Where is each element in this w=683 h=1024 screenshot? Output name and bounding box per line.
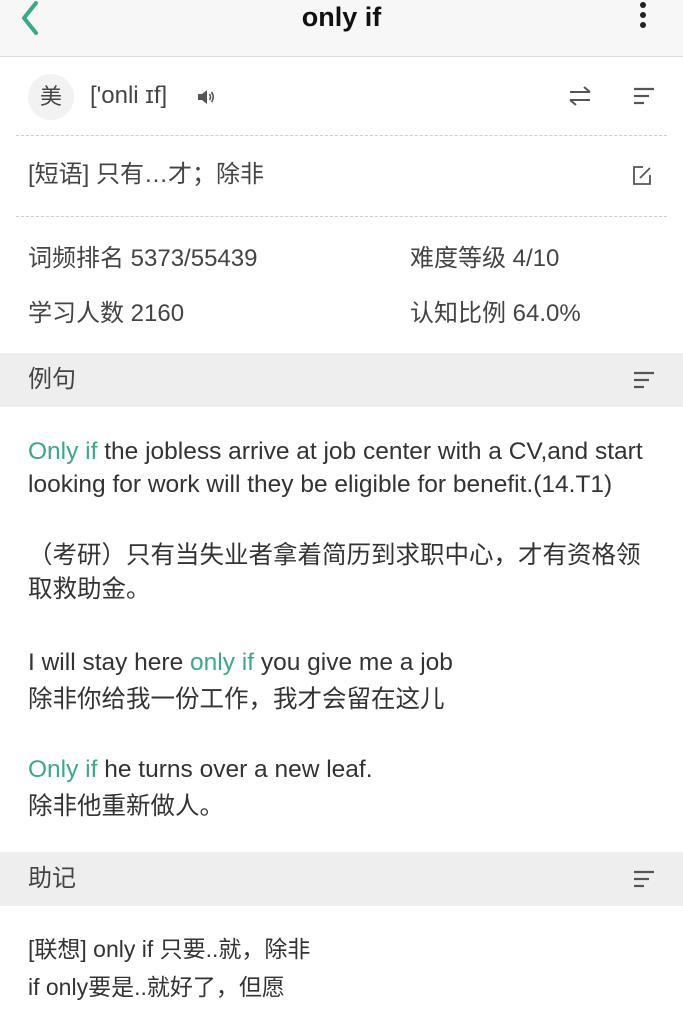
freq-rank-stat: 词频排名 5373/55439 <box>28 245 258 272</box>
more-vertical-icon <box>640 2 646 28</box>
mnemonic-line: if only要是..就好了，但愿 <box>28 974 285 1000</box>
sentence-text: he turns over a new leaf. <box>97 756 373 783</box>
section-title: 例句 <box>28 366 76 393</box>
speaker-icon[interactable] <box>196 87 216 107</box>
edit-icon[interactable] <box>630 164 654 188</box>
divider <box>16 216 667 217</box>
example-translation: 除非他重新做人。 <box>28 793 224 820</box>
definition-row: [短语] 只有…才；除非 <box>0 136 683 216</box>
mnemonic-line: [联想] only if 只要..就，除非 <box>28 936 311 962</box>
example-translation: （考研）只有当失业者拿着简历到求职中心，才有资格领取救助金。 <box>28 542 641 603</box>
sentence-text: you give me a job <box>254 649 453 676</box>
page-title: only if <box>301 2 382 32</box>
more-button[interactable] <box>633 0 653 34</box>
section-title: 助记 <box>28 865 76 892</box>
example-sentence: Only if he turns over a new leaf. <box>28 754 658 787</box>
region-toggle-button[interactable]: 美 <box>28 74 74 120</box>
highlight-phrase: Only if <box>28 438 98 465</box>
sort-lines-icon[interactable] <box>632 370 656 390</box>
highlight-phrase: Only if <box>28 756 98 783</box>
learners-stat: 学习人数 2160 <box>28 300 185 327</box>
definition-text: [短语] 只有…才；除非 <box>28 161 265 188</box>
sentence-text: I will stay here <box>28 649 191 676</box>
example-sentence: Only if the jobless arrive at job center… <box>28 436 658 501</box>
examples-section-header: 例句 <box>0 353 683 407</box>
pronunciation-row: 美 ['onli ɪf] <box>0 57 683 135</box>
sentence-text: the jobless arrive at job center with a … <box>28 438 643 498</box>
example-translation: 除非你给我一份工作，我才会留在这儿 <box>28 686 445 713</box>
swap-arrows-icon[interactable] <box>567 83 593 109</box>
difficulty-stat: 难度等级 4/10 <box>410 245 560 272</box>
mnemonic-section-header: 助记 <box>0 852 683 906</box>
phonetic-text: ['onli ɪf] <box>90 82 168 109</box>
sort-lines-icon[interactable] <box>632 86 656 106</box>
highlight-phrase: only if <box>190 649 255 676</box>
sort-lines-icon[interactable] <box>632 869 656 889</box>
top-bar: only if <box>0 0 683 57</box>
cognition-stat: 认知比例 64.0% <box>410 300 581 327</box>
example-sentence: I will stay here only if you give me a j… <box>28 647 658 680</box>
